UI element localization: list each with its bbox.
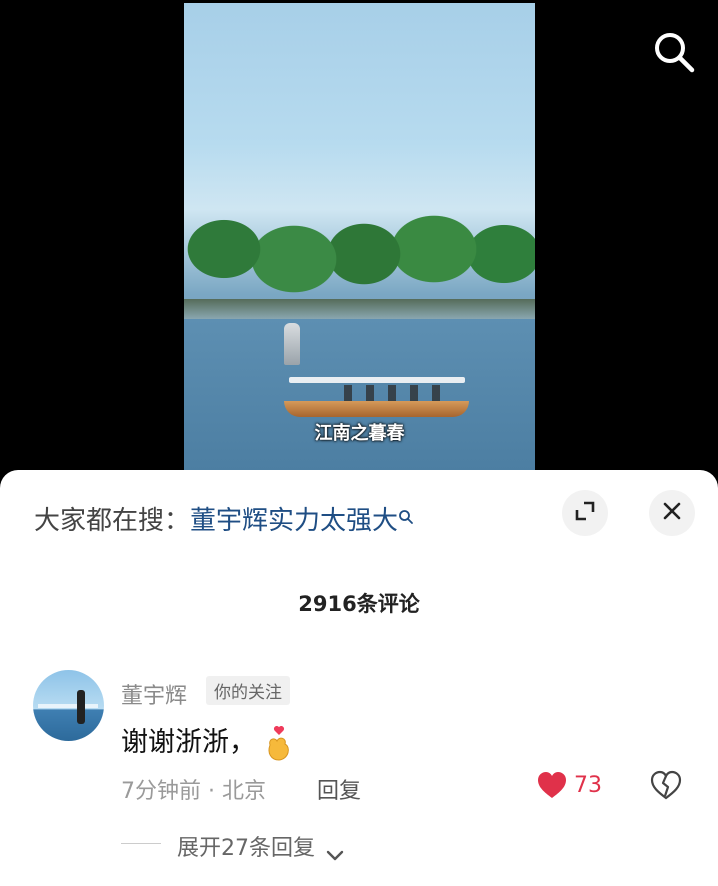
broken-heart-dislike-icon[interactable] (650, 770, 682, 800)
hot-search-small-search-icon[interactable] (398, 502, 414, 524)
video-area[interactable]: 江南之暮春 (0, 0, 718, 480)
scene-boat-hull (284, 401, 469, 417)
avatar-bridge (38, 704, 98, 708)
video-caption: 江南之暮春 (314, 423, 405, 444)
avatar[interactable] (33, 670, 104, 741)
following-tag: 你的关注 (206, 676, 290, 705)
close-button[interactable] (649, 490, 695, 536)
comment-text: 谢谢浙浙， (121, 720, 293, 763)
scene-boat-roof (289, 377, 465, 383)
like-count: 73 (574, 773, 602, 798)
comments-sheet: 大家都在搜：董宇辉实力太强大 2916条评论 董宇辉 你的关注 谢谢浙浙， 7分… (0, 470, 718, 886)
reply-button[interactable]: 回复 (317, 773, 361, 805)
hot-search: 大家都在搜：董宇辉实力太强大 (34, 500, 414, 537)
expand-button[interactable] (562, 490, 608, 536)
comment-username[interactable]: 董宇辉 (121, 678, 187, 710)
search-icon[interactable] (652, 30, 696, 74)
expand-replies-button[interactable]: 展开27条回复 (177, 830, 344, 862)
comment-count: 2916条评论 (298, 592, 420, 616)
hot-search-prefix: 大家都在搜： (34, 506, 191, 536)
comment-body: 谢谢浙浙， (121, 727, 256, 758)
heart-like-icon[interactable] (536, 770, 568, 800)
video-frame[interactable]: 江南之暮春 (184, 3, 535, 473)
expand-replies-divider (121, 843, 161, 844)
finger-heart-emoji-icon (265, 725, 293, 763)
comment-time-location: 7分钟前 · 北京 (121, 779, 266, 804)
expand-icon (574, 500, 596, 526)
scene-shore (184, 299, 535, 319)
close-icon (662, 501, 682, 525)
scene-stone-pagoda (284, 323, 300, 365)
hot-search-term[interactable]: 董宇辉实力太强大 (190, 506, 398, 536)
avatar-person (77, 690, 85, 724)
expand-replies-label: 展开27条回复 (177, 836, 315, 861)
chevron-down-icon (326, 843, 344, 861)
